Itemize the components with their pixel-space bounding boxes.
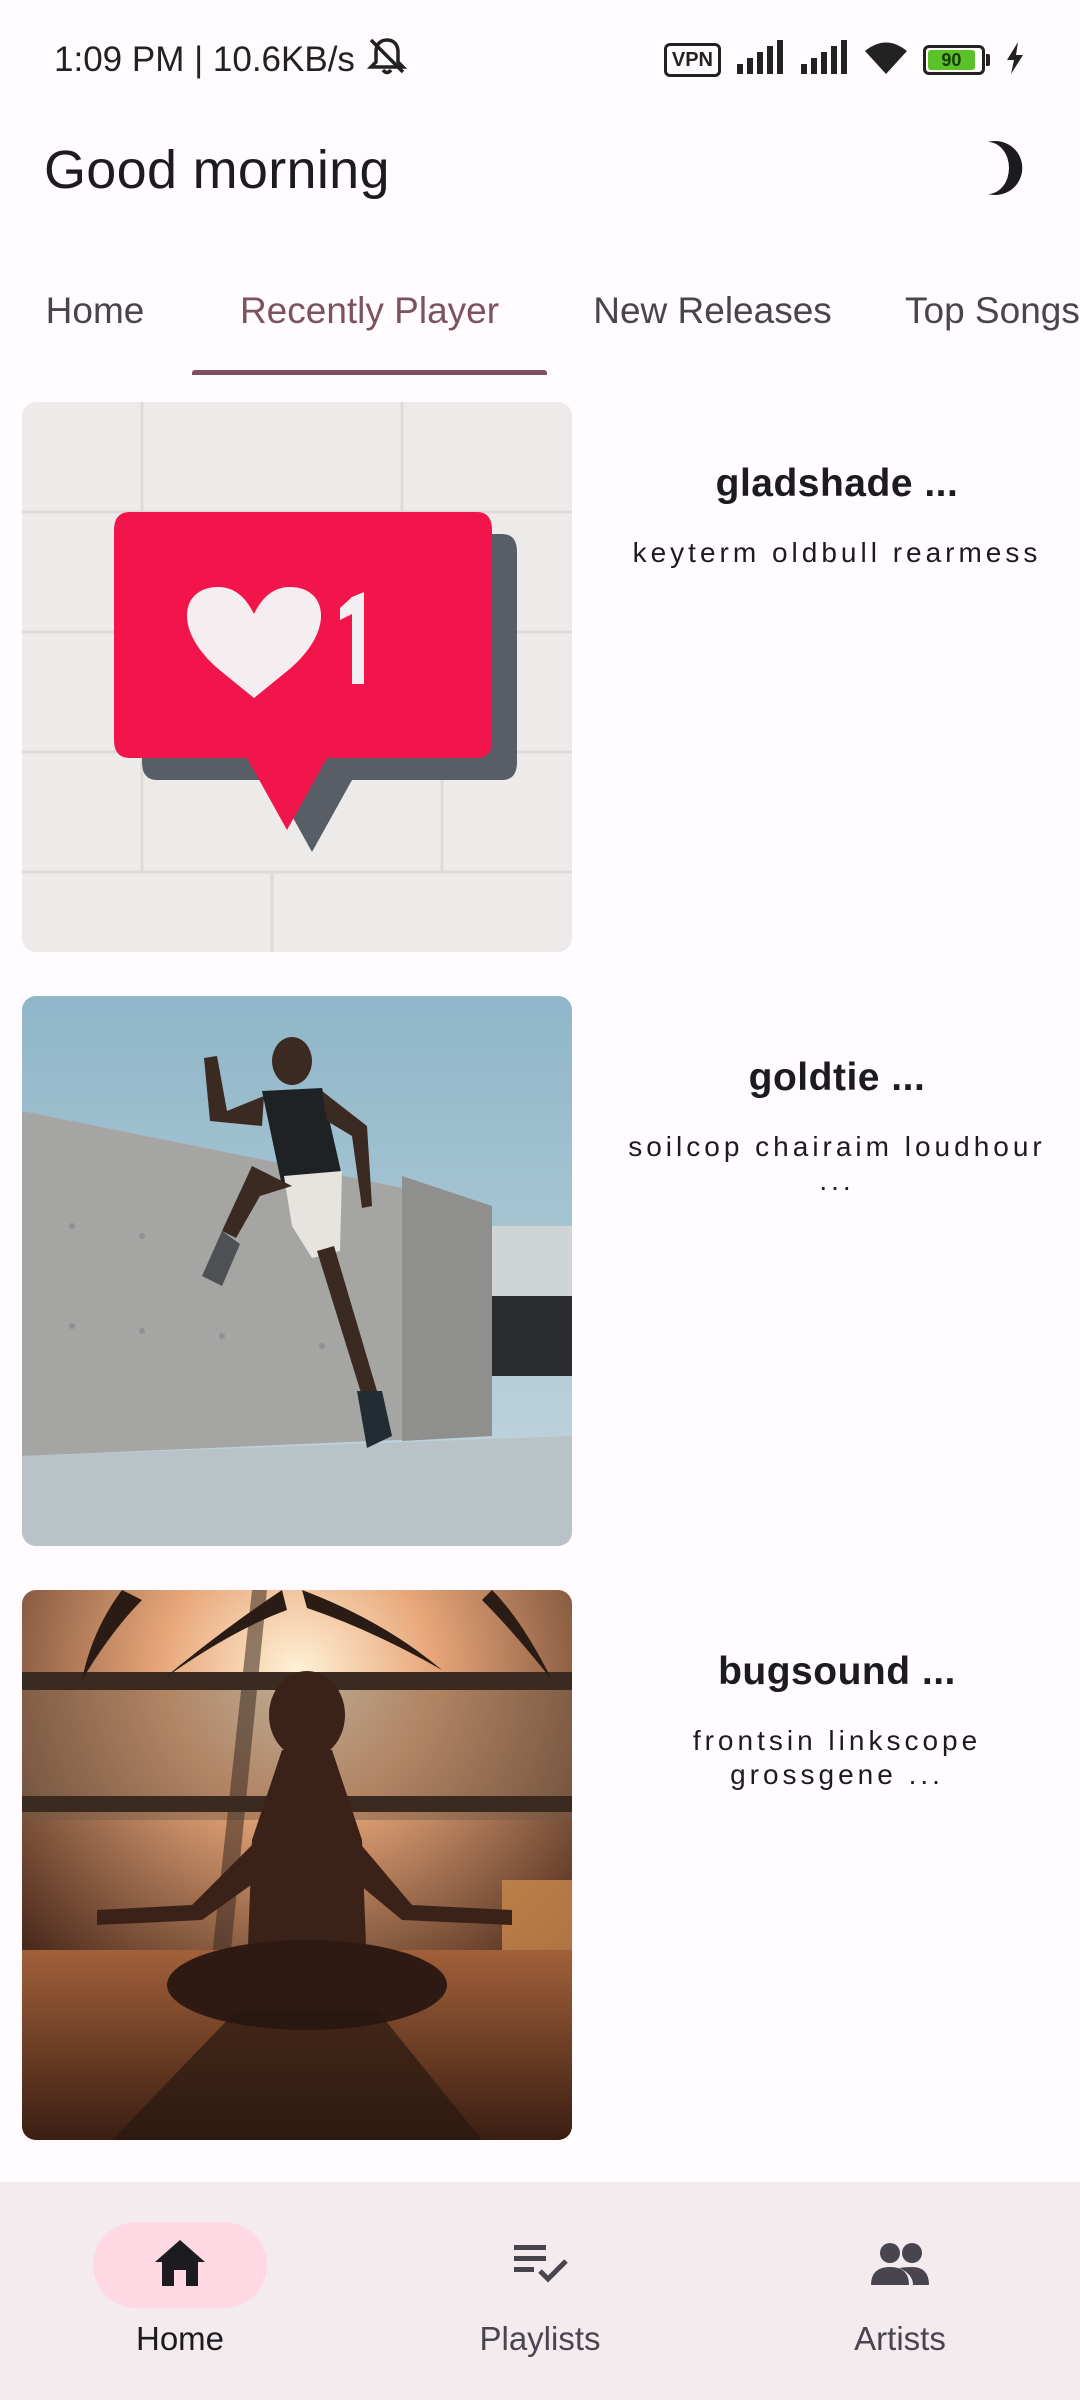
tab-new-releases[interactable]: New Releases [570, 260, 855, 380]
vpn-badge: VPN [663, 43, 721, 77]
athlete-image [22, 996, 572, 1546]
playlist-check-icon [512, 2241, 568, 2290]
tab-recently-player[interactable]: Recently Player [192, 260, 547, 380]
signal-icon [735, 39, 785, 81]
item-subtitle: soilcop chairaim loudhour ... [628, 1131, 1046, 1196]
nav-label: Home [135, 2320, 225, 2357]
people-icon [869, 2241, 931, 2290]
heart-graffiti-image [22, 402, 572, 952]
wifi-icon [863, 40, 909, 81]
battery-indicator: 90 [923, 45, 990, 75]
nav-playlists[interactable]: Playlists [410, 2222, 670, 2372]
mute-icon [365, 36, 409, 85]
item-title: gladshade ... [715, 462, 959, 505]
nav-pill [453, 2222, 627, 2308]
status-bar: 1:09 PM | 10.6KB/s VPN 90 [0, 0, 1080, 120]
album-art [22, 1590, 572, 2140]
tab-bar: Home Recently Player New Releases Top So… [0, 260, 1080, 380]
tab-indicator [192, 370, 547, 375]
tab-home[interactable]: Home [20, 260, 170, 380]
tab-label: Recently Player [239, 290, 500, 331]
charging-icon [1004, 41, 1026, 80]
album-art [22, 402, 572, 952]
home-icon [153, 2238, 207, 2293]
battery-level: 90 [928, 50, 975, 70]
bottom-navigation: Home Playlists Artists [0, 2182, 1080, 2400]
nav-pill [93, 2222, 267, 2308]
meditation-image [22, 1590, 572, 2140]
item-title: goldtie ... [748, 1056, 926, 1099]
item-title: bugsound ... [718, 1650, 956, 1693]
status-left: 1:09 PM | 10.6KB/s [54, 36, 409, 85]
item-text: bugsound ... frontsin linkscope grossgen… [602, 1650, 1072, 1792]
tab-label: New Releases [593, 290, 832, 331]
item-subtitle: keyterm oldbull rearmess [632, 537, 1042, 568]
tab-label: Top Songs [905, 290, 1080, 331]
signal-icon [799, 39, 849, 81]
nav-pill [813, 2222, 987, 2308]
status-time-speed: 1:09 PM | 10.6KB/s [54, 40, 355, 79]
moon-icon [966, 138, 1026, 203]
app-screen: 1:09 PM | 10.6KB/s VPN 90 Good morning H… [0, 0, 1080, 2400]
app-header: Good morning [0, 120, 1080, 220]
item-text: goldtie ... soilcop chairaim loudhour ..… [602, 1056, 1072, 1198]
nav-label: Playlists [479, 2320, 601, 2357]
theme-toggle-button[interactable] [956, 130, 1036, 210]
list-item[interactable]: bugsound ... frontsin linkscope grossgen… [22, 1590, 1058, 2140]
status-right: VPN 90 [663, 39, 1026, 81]
item-text: gladshade ... keyterm oldbull rearmess [602, 462, 1072, 570]
album-art [22, 996, 572, 1546]
page-title: Good morning [44, 140, 390, 200]
nav-label: Artists [854, 2320, 946, 2357]
list-item[interactable]: gladshade ... keyterm oldbull rearmess [22, 402, 1058, 952]
nav-home[interactable]: Home [50, 2222, 310, 2372]
list-item[interactable]: goldtie ... soilcop chairaim loudhour ..… [22, 996, 1058, 1546]
tab-top-songs[interactable]: Top Songs [905, 260, 1080, 380]
nav-artists[interactable]: Artists [770, 2222, 1030, 2372]
tab-label: Home [45, 290, 145, 331]
item-subtitle: frontsin linkscope grossgene ... [692, 1725, 982, 1790]
